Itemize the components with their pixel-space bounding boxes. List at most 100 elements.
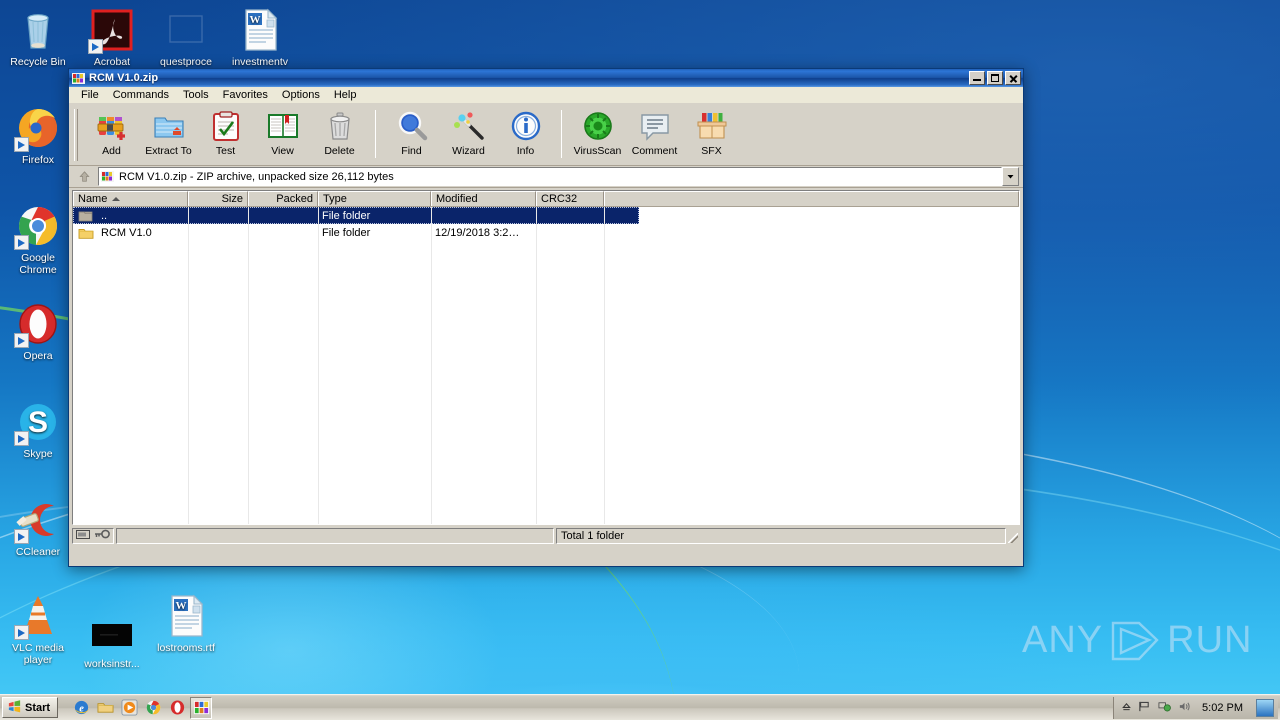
desktop-icon-worksinstr[interactable]: worksinstr... (76, 608, 148, 671)
column-header-type[interactable]: Type (318, 191, 431, 206)
svg-text:W: W (250, 14, 261, 26)
desktop-icon-firefox[interactable]: Firefox (2, 104, 74, 167)
desktop-icon-acrobat[interactable]: Acrobat (76, 6, 148, 69)
menu-item-help[interactable]: Help (327, 88, 364, 102)
table-row[interactable]: RCM V1.0File folder12/19/2018 3:2… (73, 224, 1019, 241)
chevron-down-icon[interactable] (1002, 167, 1019, 186)
toolbar-button-view[interactable]: View (254, 108, 311, 157)
desktop-icon-questproce[interactable]: questproce (150, 6, 222, 69)
toolbar-button-delete[interactable]: Delete (311, 108, 368, 157)
view-book-icon (267, 110, 299, 142)
menu-item-favorites[interactable]: Favorites (216, 88, 275, 102)
add-archive-icon (96, 110, 128, 142)
info-circle-icon (510, 110, 542, 142)
start-button[interactable]: Start (2, 697, 58, 718)
toolbar-button-wizard[interactable]: Wizard (440, 108, 497, 157)
maximize-button[interactable] (987, 71, 1003, 85)
winrar-window[interactable]: RCM V1.0.zip FileCommandsToolsFavoritesO… (68, 68, 1024, 567)
desktop-icon-label: lostrooms.rtf (150, 643, 222, 655)
desktop-icon-label: Acrobat (76, 57, 148, 69)
taskbar-internet-explorer-icon[interactable]: e (70, 697, 92, 719)
toolbar-button-info[interactable]: Info (497, 108, 554, 157)
status-message (116, 528, 554, 544)
menu-item-file[interactable]: File (74, 88, 106, 102)
system-tray[interactable]: 5:02 PM (1113, 697, 1278, 719)
archive-path-text: RCM V1.0.zip - ZIP archive, unpacked siz… (119, 171, 394, 183)
column-header-crc32[interactable]: CRC32 (536, 191, 604, 206)
winrar-books-icon (72, 72, 85, 85)
sfx-box-icon (696, 110, 728, 142)
toolbar-button-label: Info (497, 145, 554, 157)
desktop-icon-google-chrome[interactable]: Google Chrome (2, 202, 74, 276)
status-icons[interactable] (72, 528, 114, 544)
toolbar[interactable]: AddExtract ToTestViewDelete FindWizardInf… (69, 104, 1023, 166)
menu-item-commands[interactable]: Commands (106, 88, 176, 102)
column-header-label: Size (222, 193, 243, 205)
up-one-level-button[interactable] (73, 167, 95, 187)
desktop-icon-recycle-bin[interactable]: Recycle Bin (2, 6, 74, 69)
quick-launch-bar[interactable]: e (70, 697, 212, 719)
desktop-icon-label: VLC media player (2, 643, 74, 666)
desktop-icon-label: questproce (150, 57, 222, 69)
address-bar[interactable]: RCM V1.0.zip - ZIP archive, unpacked siz… (69, 166, 1023, 188)
desktop-icon-ccleaner[interactable]: CCleaner (2, 496, 74, 559)
toolbar-button-find[interactable]: Find (383, 108, 440, 157)
menu-item-tools[interactable]: Tools (176, 88, 216, 102)
disk-drive-icon[interactable] (76, 529, 91, 543)
network-icon[interactable] (1158, 700, 1171, 716)
taskbar-chrome-icon[interactable] (142, 697, 164, 719)
minimize-button[interactable] (969, 71, 985, 85)
ccleaner-icon (14, 496, 62, 544)
desktop-icon-lostrooms-rtf[interactable]: Wlostrooms.rtf (150, 592, 222, 655)
status-bar: Total 1 folder (72, 528, 1020, 544)
menu-bar[interactable]: FileCommandsToolsFavoritesOptionsHelp (69, 87, 1023, 104)
toolbar-button-label: Test (197, 145, 254, 157)
taskbar-clock[interactable]: 5:02 PM (1202, 702, 1243, 714)
window-resize-grip[interactable] (1006, 528, 1020, 544)
desktop-icon-opera[interactable]: Opera (2, 300, 74, 363)
taskbar-winrar-taskbar-icon[interactable] (190, 697, 212, 719)
toolbar-button-label: SFX (683, 145, 740, 157)
show-hidden-icons-arrow[interactable] (1122, 702, 1131, 714)
watermark-text-right: RUN (1167, 619, 1252, 662)
desktop-icon-vlc-media-player[interactable]: VLC media player (2, 592, 74, 666)
toolbar-button-extract-to[interactable]: Extract To (140, 108, 197, 157)
archive-path-field[interactable]: RCM V1.0.zip - ZIP archive, unpacked siz… (98, 167, 1002, 186)
toolbar-button-sfx[interactable]: SFX (683, 108, 740, 157)
action-center-flag-icon[interactable] (1138, 700, 1151, 716)
show-desktop-button[interactable] (1256, 699, 1274, 717)
status-total: Total 1 folder (556, 528, 1006, 544)
desktop-icon-label: Recycle Bin (2, 57, 74, 69)
column-header-name[interactable]: Name (73, 191, 188, 206)
volume-icon[interactable] (1178, 700, 1191, 716)
taskbar-windows-explorer-icon[interactable] (94, 697, 116, 719)
column-header-size[interactable]: Size (188, 191, 248, 206)
file-list[interactable]: Name Size Packed Type ModifiedCRC32 ..File f… (72, 190, 1020, 525)
black-file-icon (88, 608, 136, 656)
toolbar-button-add[interactable]: Add (83, 108, 140, 157)
table-row[interactable]: ..File folder (73, 207, 639, 224)
taskbar[interactable]: Start e 5:02 PM (0, 694, 1280, 720)
toolbar-grip[interactable] (73, 108, 80, 162)
desktop-icon-skype[interactable]: SSkype (2, 398, 74, 461)
toolbar-button-virusscan[interactable]: VirusScan (569, 108, 626, 157)
key-icon[interactable] (94, 529, 110, 544)
file-list-body[interactable]: ..File folderRCM V1.0File folder12/19/20… (73, 207, 1019, 524)
taskbar-media-player-icon[interactable] (118, 697, 140, 719)
menu-item-options[interactable]: Options (275, 88, 327, 102)
column-header-modified[interactable]: Modified (431, 191, 536, 206)
column-header-packed[interactable]: Packed (248, 191, 318, 206)
close-button[interactable] (1005, 71, 1021, 85)
skype-icon: S (14, 398, 62, 446)
cell-type: File folder (318, 210, 431, 222)
toolbar-button-test[interactable]: Test (197, 108, 254, 157)
desktop-icon-label: Firefox (2, 155, 74, 167)
shortcut-arrow-icon (88, 39, 103, 54)
column-header-label: Type (323, 193, 347, 205)
toolbar-button-comment[interactable]: Comment (626, 108, 683, 157)
file-list-header[interactable]: Name Size Packed Type ModifiedCRC32 (73, 191, 1019, 207)
sort-ascending-icon (112, 197, 120, 201)
window-titlebar[interactable]: RCM V1.0.zip (69, 69, 1023, 87)
desktop-icon-investmentv[interactable]: Winvestmentv (224, 6, 296, 69)
taskbar-opera-icon[interactable] (166, 697, 188, 719)
